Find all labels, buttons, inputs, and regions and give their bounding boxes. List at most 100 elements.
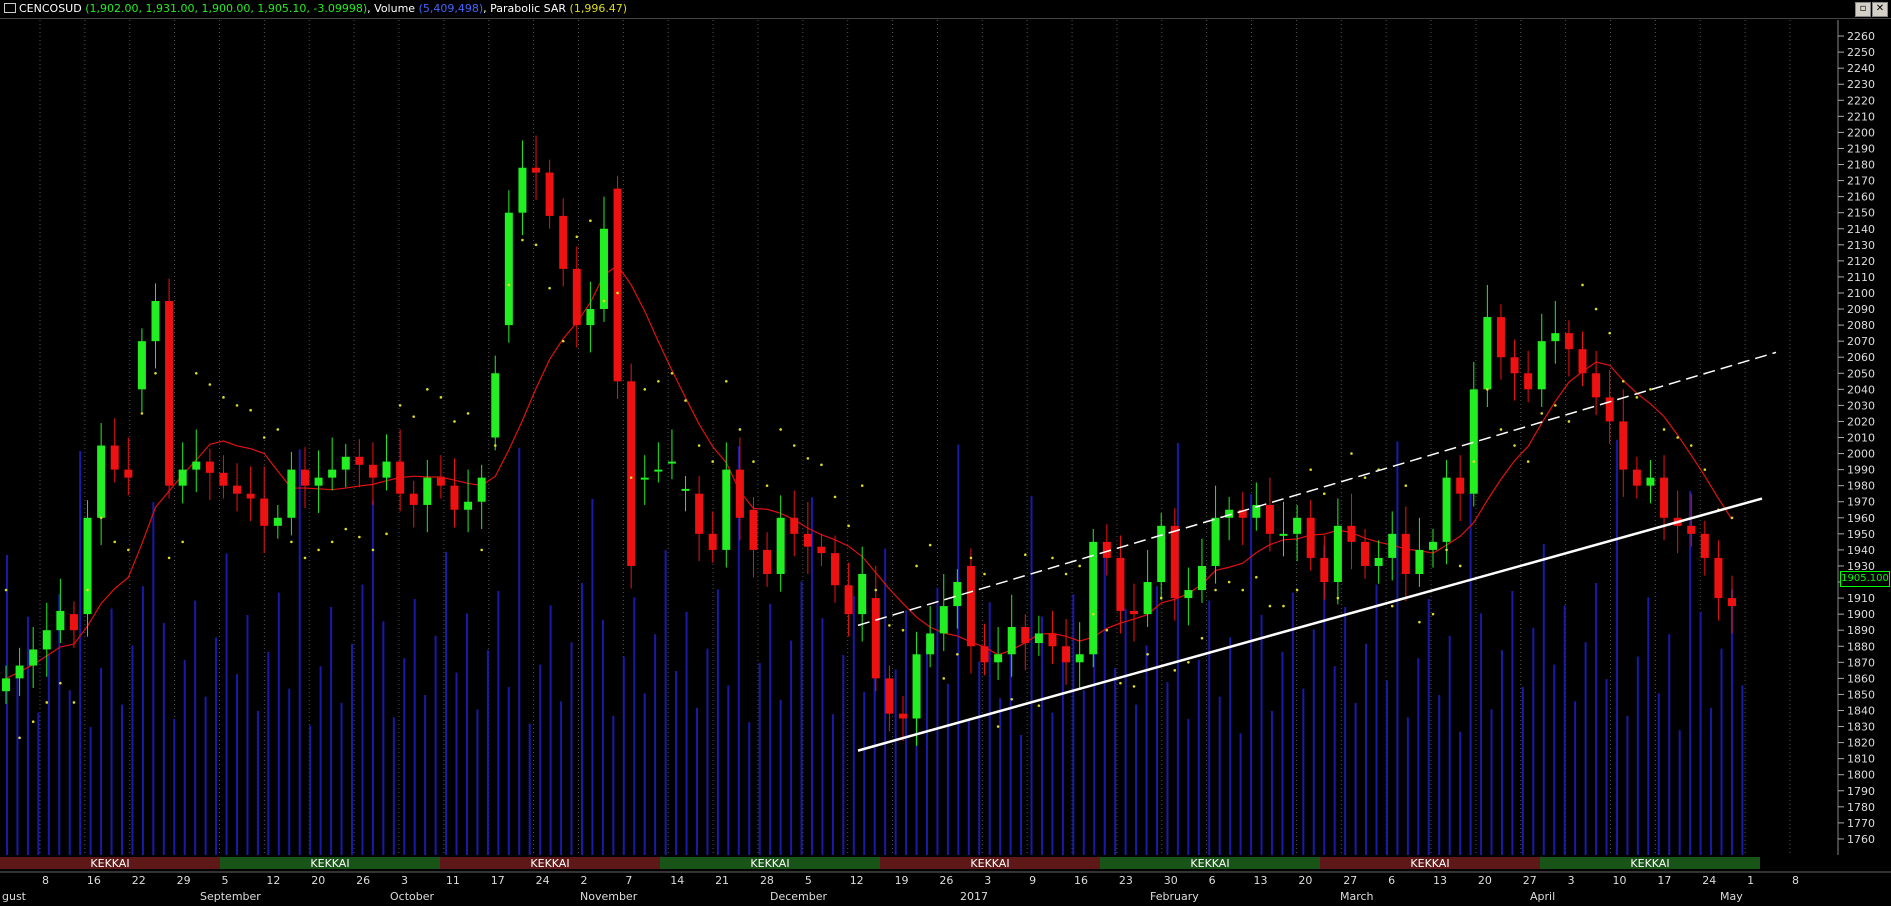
- candle-body: [368, 464, 377, 478]
- sar-dot: [18, 736, 21, 740]
- candle-body: [1456, 477, 1465, 494]
- volume-bar: [769, 603, 772, 855]
- sar-dot: [1649, 388, 1652, 391]
- volume-bar: [560, 701, 563, 855]
- x-day-label: 22: [132, 874, 146, 887]
- x-day-label: 9: [1029, 874, 1036, 887]
- x-day-label: 27: [1343, 874, 1357, 887]
- y-tick-label: 2030: [1847, 399, 1875, 412]
- candle-body: [1211, 517, 1220, 566]
- sar-dot: [235, 404, 239, 407]
- sar-dot: [575, 235, 579, 239]
- candle-body: [708, 533, 717, 550]
- sar-dot: [113, 540, 117, 544]
- candle-body: [341, 456, 350, 470]
- x-day-label: 6: [1388, 874, 1395, 887]
- volume-bar: [1500, 650, 1503, 855]
- price-chart[interactable]: 1760177017801790180018101820183018401850…: [0, 0, 1891, 906]
- y-tick-label: 1950: [1847, 528, 1875, 541]
- y-tick-label: 1860: [1847, 672, 1875, 685]
- volume-bar: [361, 584, 364, 855]
- candle-body: [1537, 341, 1546, 390]
- x-day-label: 24: [536, 874, 550, 887]
- x-day-label: 13: [1254, 874, 1268, 887]
- sar-dot: [602, 299, 606, 303]
- sar-dot: [1662, 428, 1666, 431]
- volume-bar: [727, 685, 730, 855]
- restore-icon[interactable]: ▫: [1855, 2, 1871, 17]
- y-tick-label: 2260: [1847, 30, 1875, 43]
- sar-dot: [888, 624, 891, 627]
- kekkai-label: KEKKAI: [1630, 857, 1669, 870]
- volume-bar: [1417, 658, 1420, 855]
- y-tick-label: 1960: [1847, 512, 1875, 525]
- volume-bar: [110, 608, 113, 855]
- volume-bar: [1459, 731, 1462, 855]
- sar-dot: [1173, 669, 1177, 672]
- candle-body: [1034, 633, 1043, 644]
- volume-bar: [194, 600, 197, 855]
- candle-body: [178, 469, 187, 486]
- x-month-label: May: [1720, 890, 1743, 903]
- candle-body: [518, 167, 527, 213]
- candle-body: [1660, 477, 1669, 518]
- sar-dot: [99, 516, 103, 520]
- volume-bar: [1260, 615, 1263, 855]
- volume-bar: [1375, 584, 1378, 855]
- volume-bar: [424, 695, 427, 855]
- volume-bar: [1197, 659, 1200, 855]
- y-tick-label: 2190: [1847, 142, 1875, 155]
- sar-dot: [1594, 307, 1598, 311]
- volume-bar: [1720, 648, 1723, 855]
- last-price-tag: 1905.100: [1840, 571, 1890, 587]
- kekkai-label: KEKKAI: [970, 857, 1009, 870]
- sar-dot: [806, 457, 810, 460]
- volume-bar: [1040, 616, 1043, 855]
- sar-dot: [1051, 556, 1054, 560]
- candle-body: [966, 565, 975, 647]
- candle-body: [137, 341, 146, 390]
- volume-bar: [235, 674, 238, 855]
- volume-bar: [1647, 597, 1650, 855]
- candle-body: [1279, 533, 1288, 536]
- volume-bar: [758, 663, 761, 855]
- volume-bar: [831, 714, 834, 855]
- sar-dot: [860, 484, 864, 487]
- candle-body: [1320, 557, 1329, 583]
- volume-bar: [1176, 443, 1179, 855]
- sar-dot: [1023, 553, 1027, 557]
- sar-dot: [493, 444, 497, 447]
- candle-body: [735, 469, 744, 518]
- y-tick-label: 2180: [1847, 159, 1875, 172]
- sar-dot: [45, 701, 49, 704]
- volume-bar: [26, 616, 29, 855]
- sar-dot: [1431, 612, 1435, 616]
- sar-dot: [1010, 697, 1014, 701]
- candle-body: [858, 573, 867, 615]
- volume-bar: [1615, 439, 1618, 855]
- x-month-label: 2017: [960, 890, 988, 903]
- x-day-label: 26: [939, 874, 953, 887]
- x-day-label: 8: [1792, 874, 1799, 887]
- volume-bar: [1490, 709, 1493, 855]
- volume-bar: [1354, 703, 1357, 855]
- y-tick-label: 2200: [1847, 126, 1875, 139]
- volume-bar: [1438, 695, 1441, 855]
- y-tick-label: 1910: [1847, 592, 1875, 605]
- x-day-label: 21: [715, 874, 729, 887]
- sar-dot: [480, 548, 483, 552]
- candle-body: [355, 456, 364, 465]
- sar-dot: [249, 408, 252, 412]
- volume-bar: [863, 691, 866, 855]
- close-icon[interactable]: ✕: [1872, 2, 1888, 17]
- sar-dot: [1608, 331, 1611, 335]
- volume-bar: [967, 720, 970, 855]
- volume-bar: [570, 642, 573, 855]
- volume-bar: [89, 727, 92, 855]
- sar-dot: [1105, 628, 1109, 632]
- sar-dot: [1404, 484, 1408, 487]
- x-day-label: 29: [177, 874, 191, 887]
- sar-dot: [1255, 575, 1258, 579]
- sar-dot: [1146, 652, 1149, 656]
- sar-dot: [127, 548, 130, 552]
